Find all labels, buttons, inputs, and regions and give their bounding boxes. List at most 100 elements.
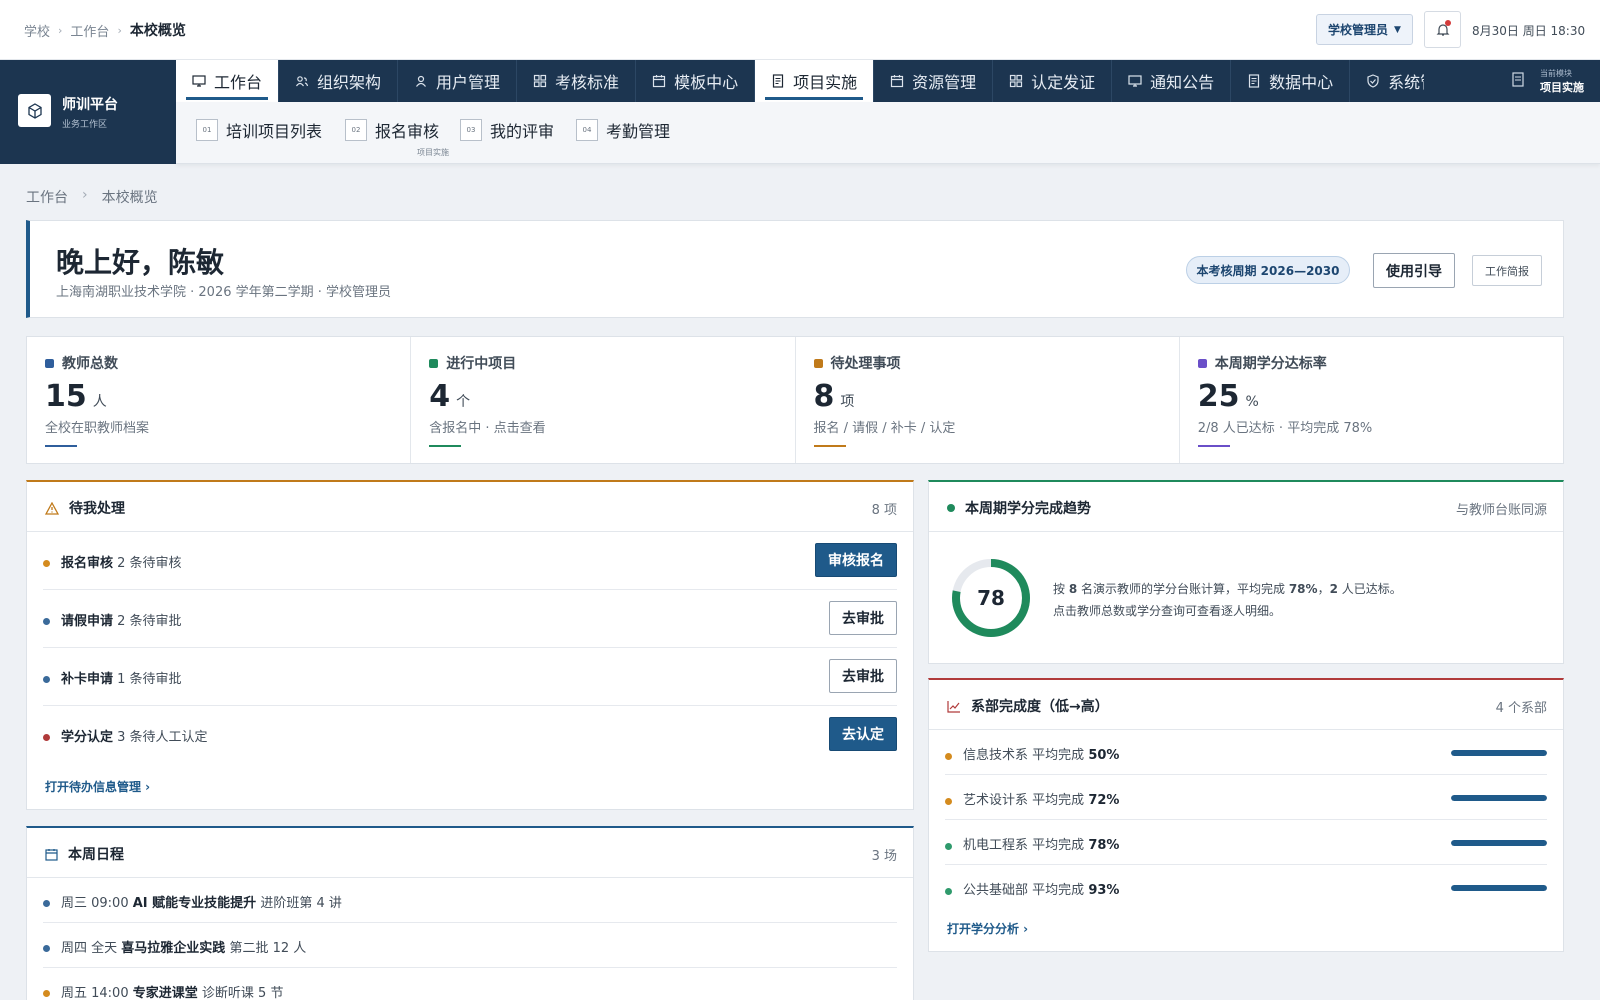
nav-tab-6[interactable]: 资源管理 [874,60,994,102]
calendar-icon [652,74,666,88]
dept-progress-bar [1451,840,1547,846]
document-icon [1247,74,1261,88]
breadcrumb-separator: › [82,187,88,203]
status-dot [945,888,952,895]
dept-progress-fill [1451,750,1547,756]
nav-tab-10[interactable]: 系统管理 [1350,60,1424,102]
subnav-number: 01 [196,119,218,141]
todo-text: 补卡申请 1 条待审批 [61,668,182,687]
users-icon [295,74,309,88]
dept-title: 系部完成度（低→高） [947,696,1109,716]
schedule-name: 专家进课堂 [132,986,198,1000]
todo-text: 学分认定 3 条待人工认定 [61,726,208,745]
dept-row: 艺术设计系 平均完成 72% [945,775,1547,820]
schedule-detail: 诊断听课 5 节 [201,986,284,1000]
todo-detail: 1 条待审批 [117,672,182,687]
brand[interactable]: 师训平台 业务工作区 [0,60,176,164]
role-dropdown[interactable]: 学校管理员 ▼ [1316,14,1413,45]
trend-text: 人已达标。 [1337,582,1402,596]
stat-description: 报名 / 请假 / 补卡 / 认定 [813,421,956,436]
schedule-row: 周三 09:00 AI 赋能专业技能提升 进阶班第 4 讲 [43,878,897,923]
brand-title: 师训平台 [62,97,118,113]
todo-link[interactable]: 打开待办信息管理 › [45,778,150,795]
dept-progress-bar [1451,885,1547,891]
dept-count: 4 个系部 [1495,701,1547,716]
dept-text: 信息技术系 平均完成 50% [963,744,1119,763]
brief-button[interactable]: 工作简报 [1472,255,1542,286]
stat-value: 25% [1198,379,1259,414]
stat-card[interactable]: 本周期学分达标率 25% 2/8 人已达标 · 平均完成 78% [1180,337,1563,463]
dept-value: 93% [1088,883,1120,898]
crumb-workbench[interactable]: 工作台 [70,21,109,40]
nav-tab-0[interactable]: 工作台 [176,60,280,102]
nav-tab-label: 系统管理 [1388,73,1424,92]
stat-color-marker [1197,358,1207,368]
stat-description: 2/8 人已达标 · 平均完成 78% [1197,421,1373,436]
todo-action-button[interactable]: 去审批 [829,601,897,635]
sub-nav: 01 培训项目列表 02 报名审核 03 我的评审 04 考勤管理 项目实施 [176,102,1600,164]
stat-label-text: 本周期学分达标率 [1214,356,1327,372]
status-dot [43,990,50,997]
todo-name: 请假申请 [61,614,114,629]
breadcrumb: 工作台 › 本校概览 [26,187,158,207]
nav-tab-label: 数据中心 [1269,73,1334,92]
subnav-item-my-review[interactable]: 03 我的评审 [460,118,554,142]
stats-row: 教师总数 15 人全校在职教师档案 进行中项目 4 个含报名中 · 点击查看 待处理事项 8 项… [26,336,1564,464]
breadcrumb-workbench[interactable]: 工作台 [26,187,68,207]
subnav-item-project-list[interactable]: 01 培训项目列表 [196,118,322,142]
nav-tab-7[interactable]: 认定发证 [993,60,1113,102]
dept-label: 平均完成 [1032,883,1085,898]
dept-title-text: 系部完成度（低→高） [971,699,1109,715]
schedule-title: 本周日程 [45,844,124,864]
todo-name: 学分认定 [61,730,114,745]
nav-tab-2[interactable]: 用户管理 [398,60,518,102]
notification-button[interactable] [1424,11,1461,48]
dept-link[interactable]: 打开学分分析 › [947,920,1028,937]
todo-action-button[interactable]: 审核报名 [815,543,897,577]
todo-action-button[interactable]: 去审批 [829,659,897,693]
stat-description: 含报名中 · 点击查看 [429,421,546,436]
subnav-item-enroll-review[interactable]: 02 报名审核 [345,118,439,142]
nav-tab-label: 认定发证 [1031,73,1096,92]
greeting: 晚上好，陈敏 [56,246,225,279]
todo-name: 补卡申请 [61,672,114,687]
guide-button[interactable]: 使用引导 [1373,253,1455,288]
schedule-time: 周四 全天 [61,941,118,956]
nav-tab-4[interactable]: 模板中心 [636,60,756,102]
welcome-card: 晚上好，陈敏 上海南湖职业技术学院 · 2026 学年第二学期 · 学校管理员 … [26,220,1564,318]
nav-tabs: 工作台 组织架构 用户管理 考核标准 模板中心 项目实施 资源管理 认定发证 通知公告 数据中心 系… [176,60,1424,102]
schedule-row: 周四 全天 喜马拉雅企业实践 第二批 12 人 [43,923,897,968]
stat-card[interactable]: 进行中项目 4 个含报名中 · 点击查看 [411,337,796,463]
subnav-item-attendance[interactable]: 04 考勤管理 [576,118,670,142]
nav-tab-9[interactable]: 数据中心 [1231,60,1351,102]
trend-summary: 按 8 名演示教师的学分台账计算，平均完成 78%，2 人已达标。 [1053,580,1402,597]
nav-tab-3[interactable]: 考核标准 [517,60,637,102]
schedule-row: 周五 14:00 专家进课堂 诊断听课 5 节 [43,968,897,1000]
dept-progress-fill [1451,840,1547,846]
calendar-icon [45,848,58,861]
dept-progress-fill [1451,795,1547,801]
todo-action-button[interactable]: 去认定 [829,717,897,751]
green-dot-icon [947,504,955,512]
trend-title: 本周期学分完成趋势 [947,498,1091,518]
nav-tab-label: 考核标准 [555,73,620,92]
crumb-school[interactable]: 学校 [24,21,50,40]
nav-tab-5[interactable]: 项目实施 [755,60,875,102]
stat-card[interactable]: 待处理事项 8 项报名 / 请假 / 补卡 / 认定 [796,337,1180,463]
document-icon [1512,72,1524,87]
stat-label-text: 待处理事项 [830,356,901,372]
schedule-time: 周五 14:00 [61,986,129,1000]
dept-value: 50% [1088,748,1120,763]
dept-progress-fill [1451,885,1547,891]
schedule-text: 周四 全天 喜马拉雅企业实践 第二批 12 人 [61,937,306,956]
stat-number: 8 [813,379,835,414]
nav-tab-1[interactable]: 组织架构 [279,60,399,102]
top-breadcrumb: 学校 › 工作台 › 本校概览 [24,20,186,40]
nav-tab-8[interactable]: 通知公告 [1112,60,1232,102]
status-dot [43,900,50,907]
stat-label-text: 进行中项目 [446,356,517,372]
stat-card[interactable]: 教师总数 15 人全校在职教师档案 [27,337,412,463]
subnav-number: 03 [460,119,482,141]
dept-panel: 系部完成度（低→高） 4 个系部 打开学分分析 › 信息技术系 平均完成 50%… [928,678,1564,952]
crumb-current: 本校概览 [129,23,186,39]
